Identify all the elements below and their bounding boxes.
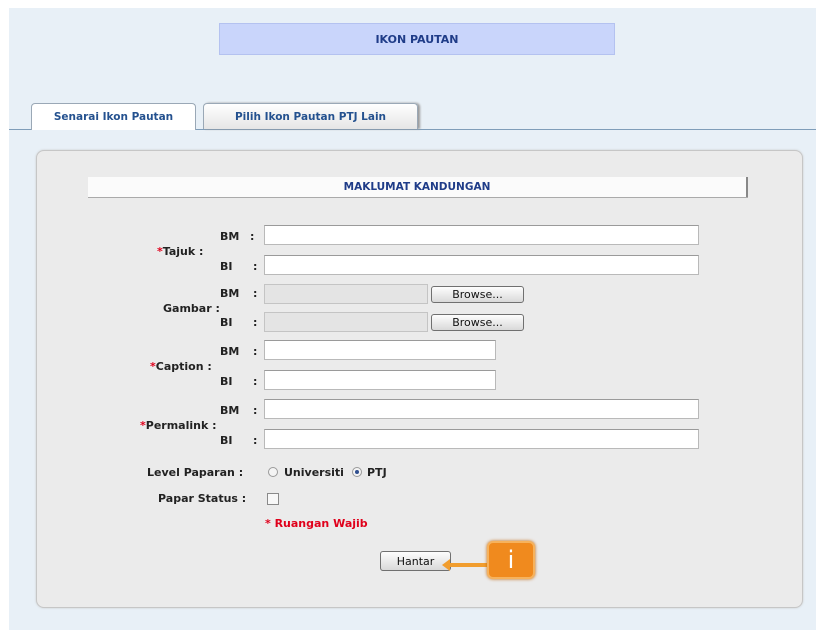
colon: : <box>253 375 258 388</box>
info-icon: i <box>487 541 535 579</box>
tajuk-bi-sublabel: BI <box>220 260 233 273</box>
tab-senarai-ikon-pautan[interactable]: Senarai Ikon Pautan <box>31 103 196 130</box>
caption-bi-input[interactable] <box>264 370 496 390</box>
permalink-bm-sublabel: BM <box>220 404 240 417</box>
tajuk-bi-input[interactable] <box>264 255 699 275</box>
colon: : <box>253 316 258 329</box>
gambar-bi-sublabel: BI <box>220 316 233 329</box>
permalink-label: *Permalink : <box>140 419 217 432</box>
colon: : <box>253 260 258 273</box>
permalink-bi-sublabel: BI <box>220 434 233 447</box>
papar-status-label: Papar Status : <box>158 492 247 505</box>
radio-universiti[interactable] <box>268 467 278 477</box>
callout-arrow <box>442 559 489 571</box>
tab-pilih-ikon-pautan-ptj-lain[interactable]: Pilih Ikon Pautan PTJ Lain <box>203 103 418 129</box>
radio-universiti-label: Universiti <box>284 466 344 479</box>
radio-ptj-label: PTJ <box>367 466 387 479</box>
tajuk-label: *Tajuk : <box>157 245 204 258</box>
colon: : <box>253 287 258 300</box>
caption-label: *Caption : <box>150 360 212 373</box>
hantar-button[interactable]: Hantar <box>380 551 451 571</box>
caption-bm-sublabel: BM <box>220 345 240 358</box>
gambar-bm-browse-button[interactable]: Browse... <box>431 286 524 303</box>
tajuk-bm-input[interactable] <box>264 225 699 245</box>
radio-ptj[interactable] <box>352 467 362 477</box>
tajuk-bm-sublabel: BM <box>220 230 240 243</box>
colon: : <box>253 434 258 447</box>
page-title: IKON PAUTAN <box>219 23 615 55</box>
permalink-bi-input[interactable] <box>264 429 699 449</box>
caption-bm-input[interactable] <box>264 340 496 360</box>
gambar-bi-browse-button[interactable]: Browse... <box>431 314 524 331</box>
colon: : <box>253 404 258 417</box>
colon: : <box>253 345 258 358</box>
caption-bi-sublabel: BI <box>220 375 233 388</box>
gambar-bi-file-input <box>264 312 428 332</box>
colon: : <box>250 230 255 243</box>
gambar-bm-file-input <box>264 284 428 304</box>
papar-status-checkbox[interactable] <box>267 493 279 505</box>
required-fields-note: * Ruangan Wajib <box>265 517 368 530</box>
level-paparan-label: Level Paparan : <box>147 466 244 479</box>
section-header: MAKLUMAT KANDUNGAN <box>88 177 748 197</box>
permalink-bm-input[interactable] <box>264 399 699 419</box>
gambar-label: Gambar : <box>163 302 220 315</box>
gambar-bm-sublabel: BM <box>220 287 240 300</box>
